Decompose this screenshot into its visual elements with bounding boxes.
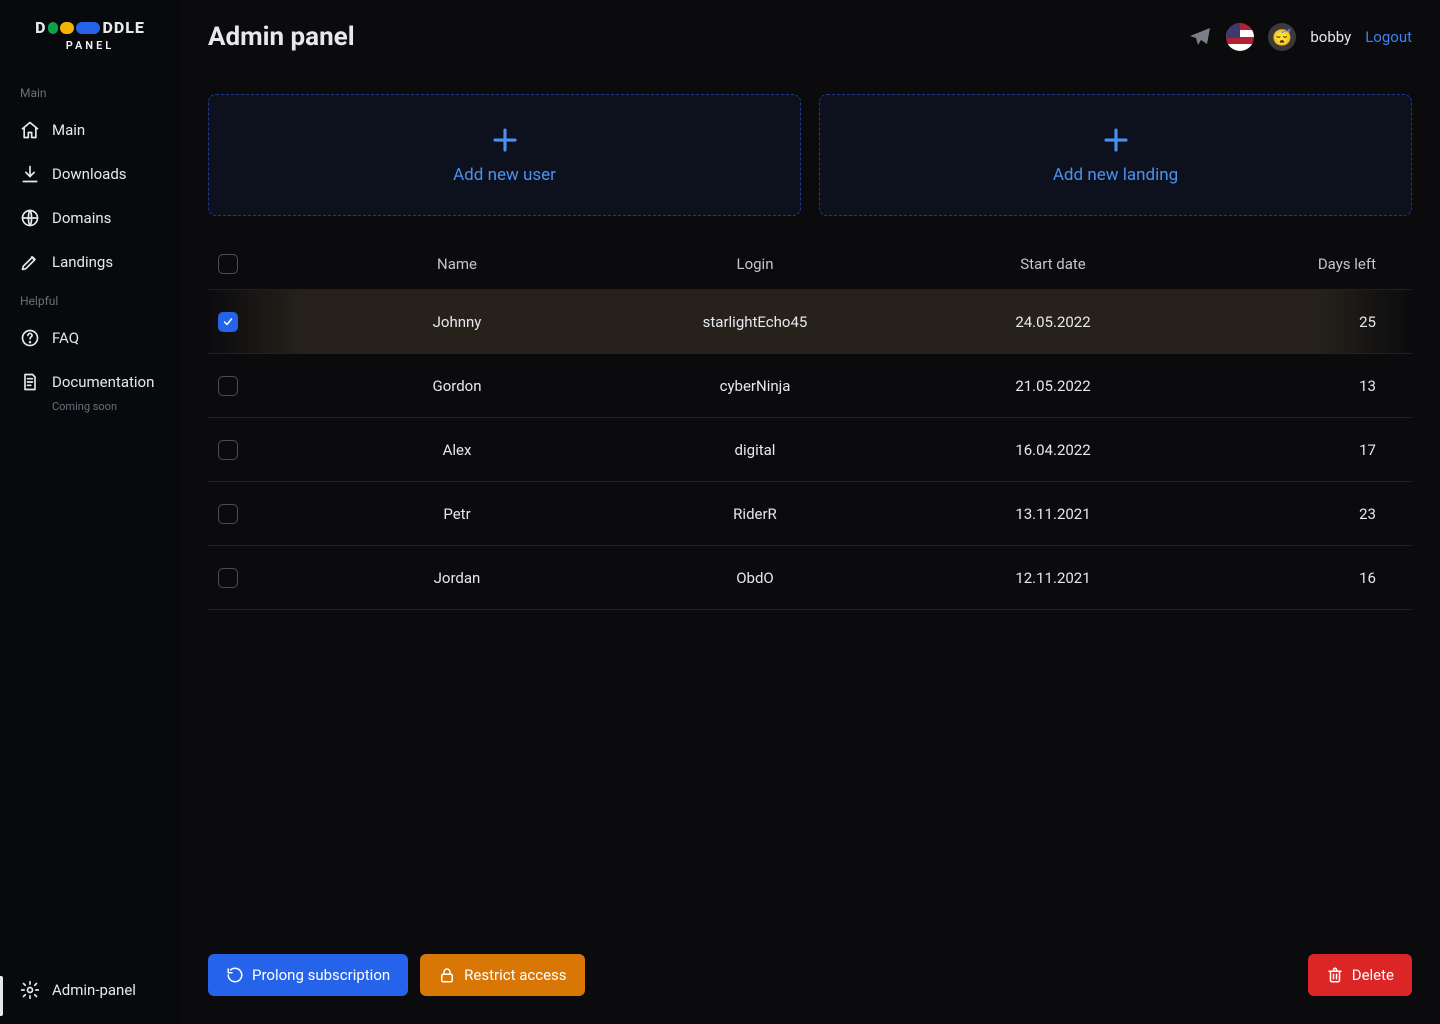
- row-checkbox[interactable]: [218, 440, 238, 460]
- table-row: PetrRiderR13.11.202123: [208, 482, 1412, 546]
- sidebar-item-label: Documentation: [52, 373, 154, 391]
- page-title: Admin panel: [208, 22, 355, 52]
- col-start: Start date: [904, 255, 1202, 273]
- col-days: Days left: [1202, 255, 1402, 273]
- table-row: JordanObdO12.11.202116: [208, 546, 1412, 610]
- col-name: Name: [308, 255, 606, 273]
- cell-days: 17: [1202, 441, 1402, 459]
- download-icon: [20, 164, 40, 184]
- sidebar: D DDLE PANEL Main Main Downloads: [0, 0, 180, 1024]
- cell-start: 12.11.2021: [904, 569, 1202, 587]
- sidebar-item-label: FAQ: [52, 329, 79, 347]
- sidebar-section-main: Main: [0, 76, 180, 108]
- cell-name: Alex: [308, 441, 606, 459]
- table-row: GordoncyberNinja21.05.202213: [208, 354, 1412, 418]
- home-icon: [20, 120, 40, 140]
- row-checkbox[interactable]: [218, 504, 238, 524]
- trash-icon: [1326, 966, 1344, 984]
- add-user-tile[interactable]: Add new user: [208, 94, 801, 216]
- users-table: Name Login Start date Days left Johnnyst…: [208, 238, 1412, 610]
- cell-days: 23: [1202, 505, 1402, 523]
- pen-icon: [20, 252, 40, 272]
- nav-helpful: FAQ Documentation Coming soon: [0, 316, 180, 425]
- cell-login: starlightEcho45: [606, 313, 904, 331]
- restrict-button[interactable]: Restrict access: [420, 954, 584, 996]
- cell-start: 24.05.2022: [904, 313, 1202, 331]
- sidebar-item-landings[interactable]: Landings: [0, 240, 180, 284]
- cell-login: digital: [606, 441, 904, 459]
- sidebar-item-label: Admin-panel: [52, 981, 136, 999]
- delete-button[interactable]: Delete: [1308, 954, 1412, 996]
- tile-label: Add new user: [453, 165, 556, 185]
- main: Admin panel 😴 bobby Logout Add new user: [180, 0, 1440, 1024]
- row-checkbox[interactable]: [218, 568, 238, 588]
- sidebar-item-subtext: Coming soon: [52, 400, 160, 413]
- sidebar-item-label: Main: [52, 121, 85, 139]
- sidebar-item-faq[interactable]: FAQ: [0, 316, 180, 360]
- cell-days: 16: [1202, 569, 1402, 587]
- logout-link[interactable]: Logout: [1365, 28, 1412, 46]
- avatar[interactable]: 😴: [1268, 23, 1296, 51]
- refresh-icon: [226, 966, 244, 984]
- table-row: Alexdigital16.04.202217: [208, 418, 1412, 482]
- sidebar-item-domains[interactable]: Domains: [0, 196, 180, 240]
- cell-login: RiderR: [606, 505, 904, 523]
- select-all-checkbox[interactable]: [218, 254, 238, 274]
- cell-name: Johnny: [308, 313, 606, 331]
- cell-days: 25: [1202, 313, 1402, 331]
- locale-flag-us[interactable]: [1226, 23, 1254, 51]
- logo: D DDLE PANEL: [0, 18, 180, 76]
- cell-login: cyberNinja: [606, 377, 904, 395]
- globe-icon: [20, 208, 40, 228]
- plus-icon: [490, 125, 520, 155]
- header: Admin panel 😴 bobby Logout: [180, 0, 1440, 74]
- sidebar-item-label: Landings: [52, 253, 113, 271]
- col-login: Login: [606, 255, 904, 273]
- cell-start: 13.11.2021: [904, 505, 1202, 523]
- row-checkbox[interactable]: [218, 312, 238, 332]
- sidebar-item-downloads[interactable]: Downloads: [0, 152, 180, 196]
- question-icon: [20, 328, 40, 348]
- cell-name: Jordan: [308, 569, 606, 587]
- gear-icon: [20, 980, 40, 1000]
- username: bobby: [1310, 28, 1351, 46]
- cell-start: 16.04.2022: [904, 441, 1202, 459]
- doc-icon: [20, 372, 40, 392]
- sidebar-item-label: Downloads: [52, 165, 127, 183]
- sidebar-item-label: Domains: [52, 209, 111, 227]
- sidebar-item-main[interactable]: Main: [0, 108, 180, 152]
- table-row: JohnnystarlightEcho4524.05.202225: [208, 290, 1412, 354]
- sidebar-item-documentation[interactable]: Documentation Coming soon: [0, 360, 180, 425]
- sidebar-section-helpful: Helpful: [0, 284, 180, 316]
- action-bar: Prolong subscription Restrict access Del…: [208, 954, 1412, 996]
- nav-main: Main Downloads Domains Landings: [0, 108, 180, 284]
- add-landing-tile[interactable]: Add new landing: [819, 94, 1412, 216]
- cell-name: Petr: [308, 505, 606, 523]
- prolong-button[interactable]: Prolong subscription: [208, 954, 408, 996]
- plus-icon: [1101, 125, 1131, 155]
- tile-label: Add new landing: [1053, 165, 1178, 185]
- table-header: Name Login Start date Days left: [208, 238, 1412, 290]
- cell-login: ObdO: [606, 569, 904, 587]
- cell-days: 13: [1202, 377, 1402, 395]
- lock-icon: [438, 966, 456, 984]
- cell-name: Gordon: [308, 377, 606, 395]
- row-checkbox[interactable]: [218, 376, 238, 396]
- telegram-icon[interactable]: [1188, 25, 1212, 49]
- cell-start: 21.05.2022: [904, 377, 1202, 395]
- sidebar-item-admin-panel[interactable]: Admin-panel: [0, 968, 180, 1024]
